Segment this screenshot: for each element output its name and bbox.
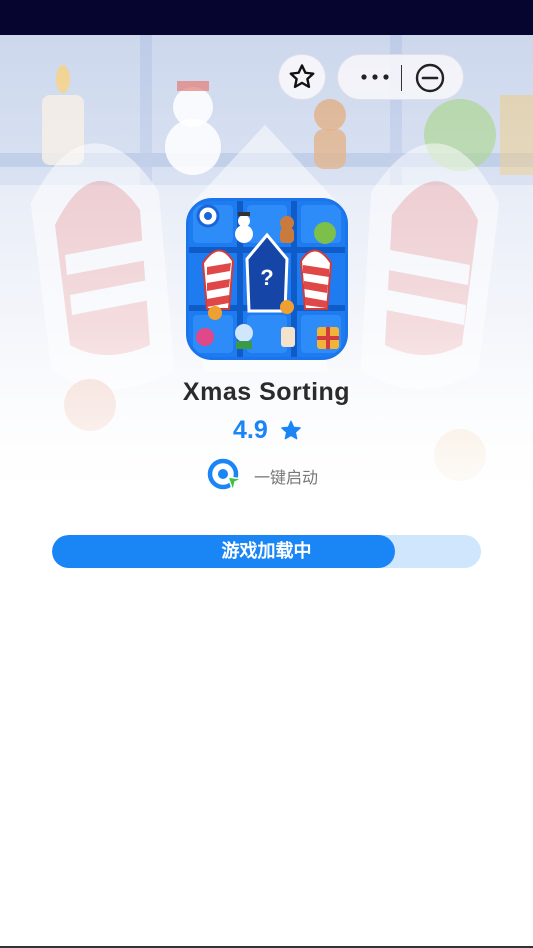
mini-program-capsule (337, 54, 464, 100)
more-button[interactable] (358, 63, 392, 91)
status-bar (0, 0, 533, 35)
quick-launch[interactable]: 一键启动 (206, 458, 318, 494)
minus-circle-icon (415, 63, 445, 93)
loading-label: 游戏加载中 (221, 541, 312, 562)
quick-launch-icon (207, 458, 243, 492)
rating: 4.9 (233, 414, 302, 446)
app-icon-art: ? (189, 201, 345, 357)
more-dots-icon (361, 74, 389, 80)
app-title: Xmas Sorting (182, 378, 351, 406)
loading-progress-bar: 游戏加载中 (52, 535, 481, 568)
quick-launch-label: 一键启动 (254, 468, 319, 487)
favorite-button[interactable] (278, 54, 326, 100)
star-filled-icon (280, 420, 301, 439)
svg-text:?: ? (260, 265, 273, 290)
capsule-divider (401, 65, 402, 91)
rating-value: 4.9 (233, 415, 268, 444)
close-button[interactable] (414, 63, 446, 93)
star-outline-icon (289, 64, 315, 89)
app-icon: ? (186, 198, 348, 360)
